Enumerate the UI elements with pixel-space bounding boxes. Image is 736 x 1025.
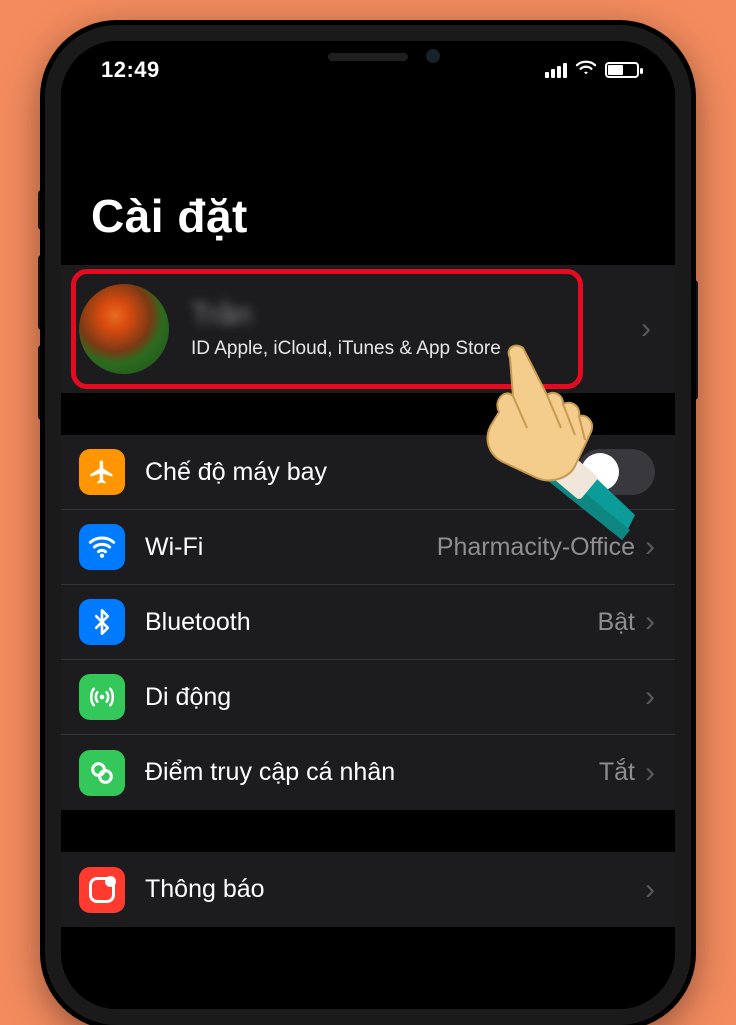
status-icons	[545, 57, 639, 83]
avatar	[79, 284, 169, 374]
bluetooth-icon	[79, 599, 125, 645]
wifi-icon	[79, 524, 125, 570]
profile-subtitle: ID Apple, iCloud, iTunes & App Store	[191, 338, 641, 360]
row-cellular[interactable]: Di động ›	[61, 660, 675, 735]
row-wifi[interactable]: Wi-Fi Pharmacity-Office ›	[61, 510, 675, 585]
cellular-signal-icon	[545, 62, 567, 78]
row-value: Tắt	[599, 758, 635, 787]
profile-name: Trần	[191, 298, 451, 332]
row-hotspot[interactable]: Điểm truy cập cá nhân Tắt ›	[61, 735, 675, 810]
row-label: Thông báo	[145, 875, 645, 904]
row-value: Bật	[597, 608, 635, 637]
notifications-icon	[79, 867, 125, 913]
phone-power-button	[691, 280, 698, 400]
page-title: Cài đặt	[61, 99, 675, 265]
chevron-right-icon: ›	[645, 680, 655, 714]
notifications-group: Thông báo ›	[61, 852, 675, 927]
profile-group: Trần ID Apple, iCloud, iTunes & App Stor…	[61, 265, 675, 393]
chevron-right-icon: ›	[645, 530, 655, 564]
row-label: Chế độ máy bay	[145, 458, 577, 487]
wifi-status-icon	[575, 57, 597, 83]
row-label: Wi-Fi	[145, 533, 437, 562]
apple-id-row[interactable]: Trần ID Apple, iCloud, iTunes & App Stor…	[61, 265, 675, 393]
screen: 12:49 Cài đặt	[61, 41, 675, 1009]
row-bluetooth[interactable]: Bluetooth Bật ›	[61, 585, 675, 660]
chevron-right-icon: ›	[645, 756, 655, 790]
row-label: Bluetooth	[145, 608, 597, 637]
airplane-icon	[79, 449, 125, 495]
row-airplane-mode[interactable]: Chế độ máy bay	[61, 435, 675, 510]
airplane-switch[interactable]	[577, 449, 655, 495]
row-notifications[interactable]: Thông báo ›	[61, 852, 675, 927]
phone-frame: 12:49 Cài đặt	[45, 25, 691, 1025]
cellular-icon	[79, 674, 125, 720]
status-time: 12:49	[101, 57, 160, 83]
phone-mute-switch	[38, 190, 45, 230]
row-label: Di động	[145, 683, 645, 712]
hotspot-icon	[79, 750, 125, 796]
phone-notch	[228, 39, 508, 77]
battery-icon	[605, 62, 639, 78]
row-value: Pharmacity-Office	[437, 533, 635, 562]
chevron-right-icon: ›	[645, 605, 655, 639]
row-label: Điểm truy cập cá nhân	[145, 758, 599, 787]
chevron-right-icon: ›	[645, 873, 655, 907]
connectivity-group: Chế độ máy bay Wi-Fi Pharmacity-Office	[61, 435, 675, 810]
phone-volume-up	[38, 255, 45, 330]
chevron-right-icon: ›	[641, 312, 651, 346]
phone-volume-down	[38, 345, 45, 420]
